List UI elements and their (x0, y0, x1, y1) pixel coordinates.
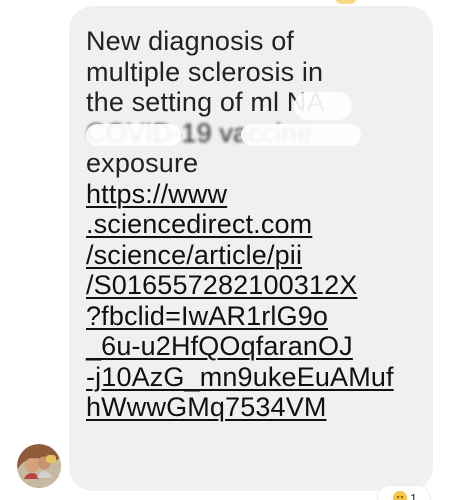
reaction-badge[interactable]: 1 (378, 486, 430, 500)
redaction-overlay-1 (294, 92, 352, 120)
link-line-4[interactable]: /S016557282100312X (86, 270, 415, 301)
avatar-photo-icon (17, 444, 61, 488)
redaction-overlay-2 (86, 123, 181, 146)
message-line-1: New diagnosis of (86, 26, 295, 56)
avatar[interactable] (17, 444, 61, 488)
message-bubble[interactable]: New diagnosis of multiple sclerosis in t… (69, 6, 433, 491)
link-line-5[interactable]: ?fbclid=IwAR1rlG9o (86, 301, 415, 332)
link-line-1[interactable]: https://www (86, 179, 415, 210)
previous-reaction-icon (335, 0, 357, 4)
message-line-3-wrap: the setting of ml NA (86, 87, 416, 120)
link-line-3[interactable]: /science/article/pii (86, 240, 415, 271)
message-line-5: exposure (86, 148, 199, 178)
redaction-overlay-3 (241, 123, 361, 146)
message-screen: New diagnosis of multiple sclerosis in t… (0, 0, 452, 500)
smile-reaction-icon (392, 491, 407, 500)
link-line-2[interactable]: .sciencedirect.com (86, 209, 415, 240)
link-line-8[interactable]: hWwwGMq7534VM (86, 392, 415, 423)
link-line-7[interactable]: -j10AzG_mn9ukeEuAMuf (86, 362, 415, 393)
message-line-2: multiple sclerosis in (86, 56, 324, 87)
link-line-6[interactable]: _6u-u2HfQOqfaranOJ (86, 331, 415, 362)
message-line-3: the setting of ml NA (86, 87, 325, 117)
reaction-count: 1 (409, 490, 418, 500)
message-line-4-wrap: COVID-19 vaccine (86, 118, 416, 149)
